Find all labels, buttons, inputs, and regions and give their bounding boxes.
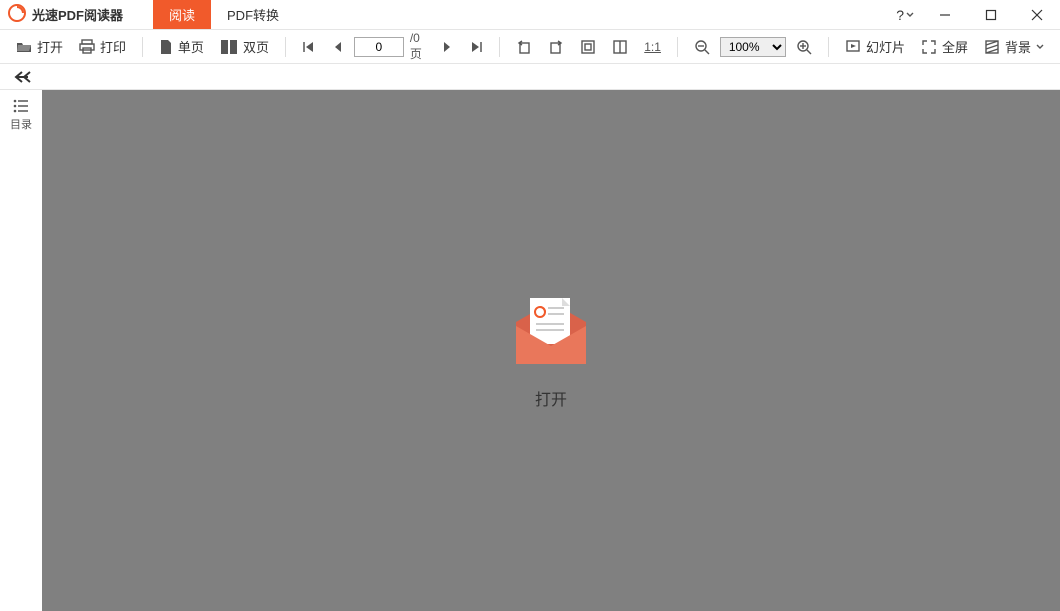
single-page-icon bbox=[159, 39, 173, 55]
first-page-icon bbox=[302, 40, 316, 54]
toolbar: 打开 打印 单页 双页 /0页 1:1 bbox=[0, 30, 1060, 64]
app-brand: 光速PDF阅读器 bbox=[0, 0, 153, 29]
slideshow-icon bbox=[845, 39, 861, 55]
separator bbox=[677, 37, 678, 57]
single-page-button[interactable]: 单页 bbox=[153, 34, 210, 59]
main-area: 目录 打开 bbox=[0, 90, 1060, 611]
one-to-one-icon: 1:1 bbox=[644, 40, 661, 54]
print-icon bbox=[79, 39, 95, 55]
help-button[interactable]: ? bbox=[888, 7, 922, 23]
next-page-icon bbox=[441, 40, 453, 54]
page-total: /0页 bbox=[408, 31, 432, 62]
chevron-down-icon bbox=[1036, 43, 1044, 51]
canvas-open-button[interactable]: 打开 bbox=[506, 292, 596, 410]
fit-width-button[interactable] bbox=[574, 36, 602, 58]
separator bbox=[285, 37, 286, 57]
zoom-in-icon bbox=[796, 39, 812, 55]
separator bbox=[499, 37, 500, 57]
fullscreen-icon bbox=[921, 39, 937, 55]
window-controls: ? bbox=[888, 0, 1060, 29]
toc-icon bbox=[12, 98, 30, 114]
zoom-in-button[interactable] bbox=[790, 36, 818, 58]
open-label: 打开 bbox=[37, 37, 63, 56]
background-label: 背景 bbox=[1005, 37, 1031, 56]
rotate-left-icon bbox=[516, 39, 532, 55]
first-page-button[interactable] bbox=[296, 37, 322, 57]
toc-label: 目录 bbox=[10, 116, 32, 132]
titlebar: 光速PDF阅读器 阅读 PDF转换 ? bbox=[0, 0, 1060, 30]
zoom-out-button[interactable] bbox=[688, 36, 716, 58]
fit-page-icon bbox=[612, 39, 628, 55]
slideshow-button[interactable]: 幻灯片 bbox=[839, 34, 911, 59]
double-page-icon bbox=[220, 39, 238, 55]
back-arrow-icon bbox=[14, 70, 34, 84]
maximize-button[interactable] bbox=[968, 0, 1014, 30]
rotate-right-icon bbox=[548, 39, 564, 55]
page-input[interactable] bbox=[354, 37, 404, 57]
background-icon bbox=[984, 39, 1000, 55]
minimize-button[interactable] bbox=[922, 0, 968, 30]
main-tabs: 阅读 PDF转换 bbox=[153, 0, 295, 29]
rotate-left-button[interactable] bbox=[510, 36, 538, 58]
separator bbox=[142, 37, 143, 57]
prev-page-icon bbox=[332, 40, 344, 54]
close-icon bbox=[1031, 9, 1043, 21]
print-button[interactable]: 打印 bbox=[73, 34, 132, 59]
fit-width-icon bbox=[580, 39, 596, 55]
open-button[interactable]: 打开 bbox=[10, 34, 69, 59]
back-button[interactable] bbox=[14, 70, 34, 84]
fit-page-button[interactable] bbox=[606, 36, 634, 58]
app-title: 光速PDF阅读器 bbox=[32, 5, 123, 24]
fullscreen-button[interactable]: 全屏 bbox=[915, 34, 974, 59]
zoom-select[interactable]: 100% bbox=[720, 37, 786, 57]
open-folder-icon bbox=[506, 292, 596, 372]
maximize-icon bbox=[985, 9, 997, 21]
fullscreen-label: 全屏 bbox=[942, 37, 968, 56]
sidebar: 目录 bbox=[0, 90, 42, 611]
app-logo-icon bbox=[8, 4, 26, 25]
double-page-label: 双页 bbox=[243, 37, 269, 56]
next-page-button[interactable] bbox=[435, 37, 459, 57]
help-label: ? bbox=[896, 7, 904, 23]
tab-read[interactable]: 阅读 bbox=[153, 0, 211, 29]
minimize-icon bbox=[939, 9, 951, 21]
single-page-label: 单页 bbox=[178, 37, 204, 56]
background-button[interactable]: 背景 bbox=[978, 34, 1050, 59]
toolbar-secondary bbox=[0, 64, 1060, 90]
canvas-open-label: 打开 bbox=[535, 386, 567, 410]
chevron-down-icon bbox=[906, 11, 914, 19]
last-page-button[interactable] bbox=[463, 37, 489, 57]
close-button[interactable] bbox=[1014, 0, 1060, 30]
zoom-out-icon bbox=[694, 39, 710, 55]
separator bbox=[828, 37, 829, 57]
toc-button[interactable]: 目录 bbox=[10, 98, 32, 132]
slideshow-label: 幻灯片 bbox=[866, 37, 905, 56]
prev-page-button[interactable] bbox=[326, 37, 350, 57]
last-page-icon bbox=[469, 40, 483, 54]
double-page-button[interactable]: 双页 bbox=[214, 34, 275, 59]
tab-convert[interactable]: PDF转换 bbox=[211, 0, 295, 29]
print-label: 打印 bbox=[100, 37, 126, 56]
document-canvas: 打开 bbox=[42, 90, 1060, 611]
actual-size-button[interactable]: 1:1 bbox=[638, 37, 667, 57]
rotate-right-button[interactable] bbox=[542, 36, 570, 58]
folder-open-icon bbox=[16, 39, 32, 55]
